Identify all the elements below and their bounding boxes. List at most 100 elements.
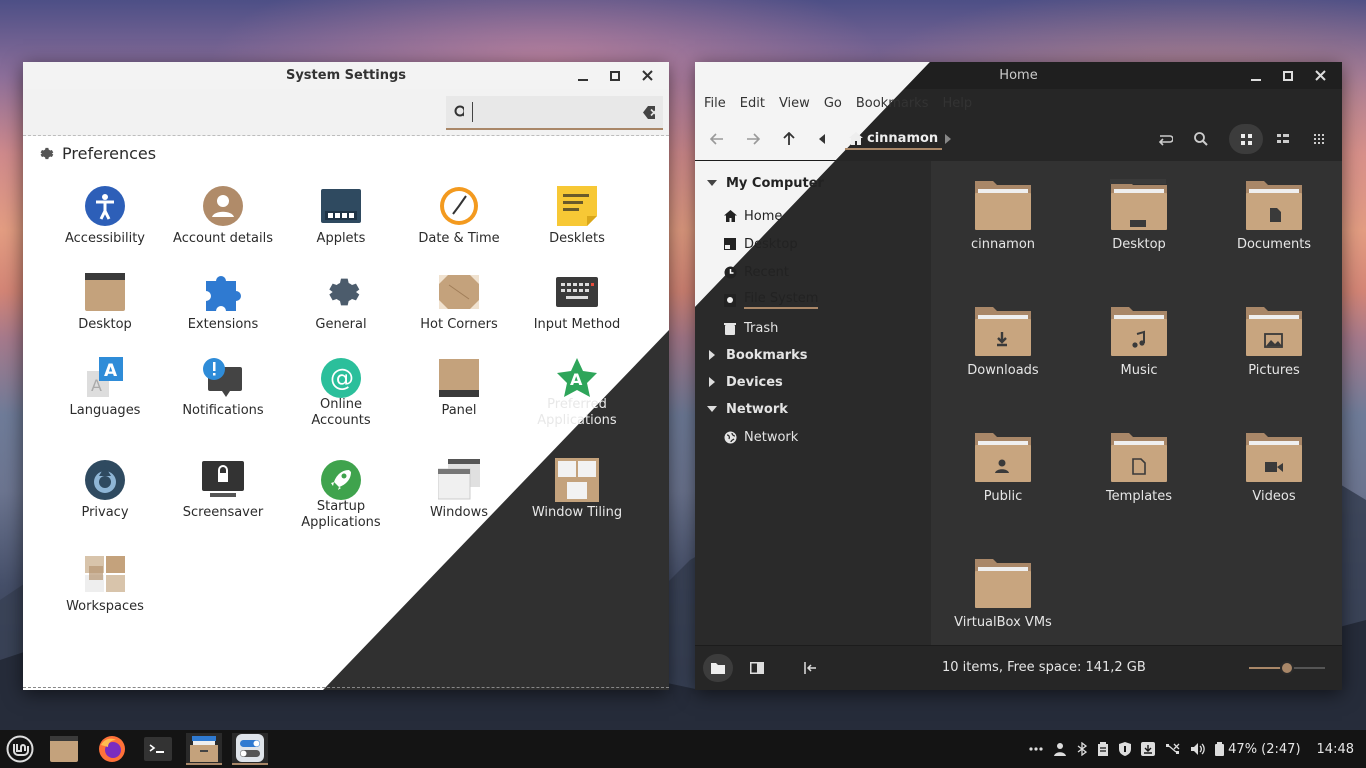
file-item[interactable]: Desktop <box>1079 179 1199 252</box>
settings-item-windows[interactable]: Windows <box>400 458 518 521</box>
zoom-slider[interactable] <box>1249 661 1325 675</box>
settings-item-startup-applications[interactable]: Startup Applications <box>282 458 400 531</box>
settings-item-account-details[interactable]: Account details <box>164 184 282 247</box>
file-item[interactable]: Public <box>943 431 1063 504</box>
close-button[interactable] <box>1304 62 1336 89</box>
tray-overflow-icon[interactable] <box>1029 747 1043 751</box>
close-button[interactable] <box>631 62 663 89</box>
task-system-settings[interactable] <box>232 733 268 765</box>
file-item[interactable]: Pictures <box>1214 305 1334 378</box>
sidebar-section-my-computer[interactable]: My Computer <box>705 170 824 196</box>
sidebar-item-file-system[interactable]: File System <box>723 287 819 313</box>
launcher-firefox[interactable] <box>94 733 130 765</box>
file-item[interactable]: Documents <box>1214 179 1334 252</box>
sidebar-section-bookmarks[interactable]: Bookmarks <box>705 342 808 368</box>
expander-open-icon <box>705 402 719 416</box>
settings-item-desklets[interactable]: Desklets <box>518 184 636 247</box>
sidebar-item-trash[interactable]: Trash <box>723 315 778 341</box>
settings-item-accessibility[interactable]: Accessibility <box>46 184 164 247</box>
network-disconnected-icon[interactable] <box>1165 742 1181 756</box>
settings-item-workspaces[interactable]: Workspaces <box>46 552 164 615</box>
show-places-button[interactable] <box>703 654 733 682</box>
launcher-files[interactable] <box>46 733 82 765</box>
sidebar-section-devices[interactable]: Devices <box>705 369 783 395</box>
clipboard-icon[interactable] <box>1097 742 1109 756</box>
search-button[interactable] <box>1187 125 1215 153</box>
task-file-manager[interactable] <box>186 733 222 765</box>
list-view-button[interactable] <box>1269 125 1297 153</box>
up-button[interactable] <box>775 125 803 153</box>
clear-search-icon[interactable] <box>643 105 655 119</box>
shield-icon[interactable] <box>1119 742 1132 756</box>
menu-button[interactable] <box>2 733 38 765</box>
hide-sidebar-button[interactable] <box>796 654 824 682</box>
settings-titlebar[interactable]: System Settings <box>23 62 669 89</box>
update-manager-icon[interactable] <box>1141 742 1156 756</box>
clock[interactable]: 14:48 <box>1317 742 1354 757</box>
battery-icon[interactable] <box>1215 742 1225 756</box>
file-item[interactable]: Music <box>1079 305 1199 378</box>
sidebar-item-recent[interactable]: Recent <box>723 259 789 285</box>
settings-item-preferred-applications[interactable]: A Preferred Applications <box>518 356 636 429</box>
settings-item-desktop[interactable]: Desktop <box>46 270 164 333</box>
maximize-button[interactable] <box>599 62 631 89</box>
file-item[interactable]: Videos <box>1214 431 1334 504</box>
settings-item-notifications[interactable]: Notifications <box>164 356 282 419</box>
sidebar-item-label: Recent <box>744 264 789 280</box>
icon-view-button[interactable] <box>1229 124 1263 154</box>
toggle-location-entry-button[interactable] <box>1151 125 1179 153</box>
settings-item-screensaver[interactable]: Screensaver <box>164 458 282 521</box>
zoom-slider-handle[interactable] <box>1280 661 1294 675</box>
file-item[interactable]: VirtualBox VMs <box>943 557 1063 630</box>
menu-help[interactable]: Help <box>942 96 972 111</box>
launcher-terminal[interactable] <box>140 733 176 765</box>
menu-file[interactable]: File <box>704 96 726 111</box>
minimize-button[interactable] <box>567 62 599 89</box>
settings-item-privacy[interactable]: Privacy <box>46 458 164 521</box>
sidebar-item-desktop[interactable]: Desktop <box>723 231 798 257</box>
settings-item-date-time[interactable]: Date & Time <box>400 184 518 247</box>
forward-button[interactable] <box>739 125 767 153</box>
user-icon[interactable] <box>1053 742 1067 756</box>
file-name: Documents <box>1236 237 1312 252</box>
menu-edit[interactable]: Edit <box>740 96 765 111</box>
file-item[interactable]: cinnamon <box>943 179 1063 252</box>
file-item[interactable]: Templates <box>1079 431 1199 504</box>
menu-bookmarks[interactable]: Bookmarks <box>856 96 929 111</box>
settings-item-general[interactable]: General <box>282 270 400 333</box>
sidebar-item-network[interactable]: Network <box>723 424 798 450</box>
settings-item-online-accounts[interactable]: @ Online Accounts <box>282 356 400 429</box>
item-label: Screensaver <box>182 505 264 520</box>
settings-item-panel[interactable]: Panel <box>400 356 518 419</box>
compact-view-button[interactable] <box>1305 125 1333 153</box>
item-label: Extensions <box>187 317 259 332</box>
menu-go[interactable]: Go <box>824 96 842 111</box>
settings-item-input-method[interactable]: Input Method <box>518 270 636 333</box>
sidebar-item-home[interactable]: Home <box>723 203 782 229</box>
gear-icon <box>329 278 360 306</box>
back-button[interactable] <box>703 125 731 153</box>
file-item[interactable]: Downloads <box>943 305 1063 378</box>
file-manager-titlebar[interactable]: Home <box>695 62 1342 89</box>
settings-item-languages[interactable]: AA Languages <box>46 356 164 419</box>
path-scroll-right[interactable] <box>941 125 955 153</box>
path-scroll-left[interactable] <box>815 125 829 153</box>
maximize-button[interactable] <box>1272 62 1304 89</box>
section-label: My Computer <box>726 175 824 191</box>
settings-item-hot-corners[interactable]: Hot Corners <box>400 270 518 333</box>
settings-search-box[interactable] <box>446 96 663 130</box>
volume-icon[interactable] <box>1191 742 1205 756</box>
settings-item-applets[interactable]: Applets <box>282 184 400 247</box>
menu-view[interactable]: View <box>779 96 810 111</box>
settings-search-input[interactable] <box>472 102 643 122</box>
location-crumb[interactable]: cinnamon <box>845 128 943 150</box>
gear-icon <box>40 147 54 160</box>
bluetooth-icon[interactable] <box>1077 742 1088 756</box>
settings-item-extensions[interactable]: Extensions <box>164 270 282 333</box>
sidebar-section-network[interactable]: Network <box>705 396 788 422</box>
item-label: Notifications <box>182 403 264 418</box>
show-treeview-button[interactable] <box>743 654 771 682</box>
svg-text:A: A <box>104 361 118 381</box>
settings-item-window-tiling[interactable]: Window Tiling <box>518 458 636 521</box>
minimize-button[interactable] <box>1240 62 1272 89</box>
